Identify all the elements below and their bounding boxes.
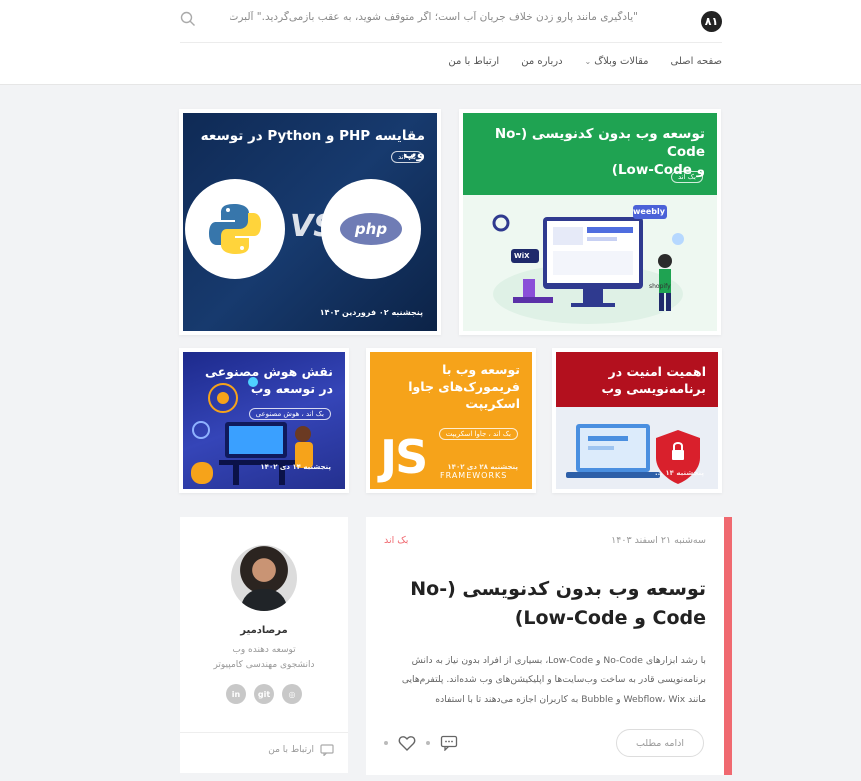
card-title-line: و Low-Code) <box>611 162 705 179</box>
post-actions <box>384 735 458 751</box>
category-tag[interactable]: بک اند ، هوش مصنوعی <box>248 408 331 420</box>
card-title: توسعه وب با فریمورک‌های جاوا اسکریپت <box>408 362 520 413</box>
social-links: in git ◎ <box>180 684 348 704</box>
separator-dot <box>426 741 430 745</box>
nocode-illustration <box>492 205 684 324</box>
vs-label: VS <box>290 209 335 244</box>
python-icon <box>209 204 261 254</box>
post-category[interactable]: بک اند <box>384 535 408 546</box>
search-icon[interactable] <box>180 11 196 27</box>
post-date: پنجشنبه ۱۴ ... <box>654 469 704 477</box>
nav-item-blog[interactable]: مقالات وبلاگ⌄ <box>585 56 649 72</box>
illus-label-weebly: weebly <box>633 207 665 216</box>
featured-card-js[interactable]: توسعه وب با فریمورک‌های جاوا اسکریپت بک … <box>366 348 536 493</box>
card-title: مقایسه PHP و Python در توسعه وب <box>200 128 425 163</box>
author-divider <box>180 732 348 733</box>
post-card: سه‌شنبه ۲۱ اسفند ۱۴۰۳ بک اند توسعه وب بد… <box>366 517 732 775</box>
author-contact-label: ارتباط با من <box>268 745 314 755</box>
illus-label-wix: WiX <box>514 252 530 260</box>
nav-item-home[interactable]: صفحه اصلی <box>671 56 722 72</box>
card-title: نقش هوش مصنوعی در توسعه وب <box>205 364 333 398</box>
category-tag[interactable]: بک اند <box>670 171 703 183</box>
featured-card-nocode[interactable]: توسعه وب بدون کدنویسی (No-Code و Low-Cod… <box>459 109 721 335</box>
author-education: دانشجوی مهندسی کامپیوتر <box>213 660 315 670</box>
card-title-line: نقش هوش مصنوعی <box>205 364 333 379</box>
site-logo[interactable]: ۸۱ <box>701 11 722 32</box>
post-date: پنجشنبه ۱۴ دی ۱۴۰۲ <box>260 463 331 471</box>
site-header: ۸۱ "یادگیری مانند پارو زدن خلاف جریان آب… <box>0 0 861 85</box>
linkedin-icon[interactable]: in <box>226 684 246 704</box>
post-date: پنجشنبه ۰۲ فروردین ۱۴۰۳ <box>319 308 423 317</box>
post-title[interactable]: توسعه وب بدون کدنویسی (No-Code و Low-Cod… <box>386 575 706 632</box>
python-logo <box>185 179 285 279</box>
card-title-line: اهمیت امنیت در <box>608 364 706 379</box>
card-title: توسعه وب بدون کدنویسی (No-Code و Low-Cod… <box>463 125 705 180</box>
read-more-button[interactable]: ادامه مطلب <box>616 729 704 757</box>
author-role: توسعه دهنده وب <box>232 645 296 655</box>
post-excerpt: با رشد ابزارهای No-Code و Low-Code، بسیا… <box>401 655 706 705</box>
card-title-line: برنامه‌نویسی وب <box>601 380 706 396</box>
avatar <box>231 545 297 611</box>
post-date: پنجشنبه ۲۸ دی ۱۴۰۲ <box>447 463 518 471</box>
js-logo: JS <box>380 430 428 484</box>
nav-item-blog-label: مقالات وبلاگ <box>594 56 649 67</box>
card-title-line: در توسعه وب <box>250 380 333 396</box>
heart-icon[interactable] <box>398 735 416 751</box>
card-title-line: اسکریپت <box>465 395 520 411</box>
separator-dot <box>384 741 388 745</box>
php-logo-text: php <box>340 213 402 245</box>
card-title-line: توسعه وب با <box>442 362 520 377</box>
chevron-down-icon: ⌄ <box>584 57 592 66</box>
main-nav: صفحه اصلی مقالات وبلاگ⌄ درباره من ارتباط… <box>180 56 722 72</box>
featured-card-security[interactable]: اهمیت امنیت در برنامه‌نویسی وب پنجشنبه ۱… <box>552 348 722 493</box>
avatar-body <box>241 589 287 611</box>
category-tag[interactable]: بک اند <box>390 151 423 163</box>
author-contact-link[interactable]: ارتباط با من <box>268 744 334 756</box>
card-title: اهمیت امنیت در برنامه‌نویسی وب <box>602 364 706 398</box>
category-tag[interactable]: بک اند ، جاوا اسکریپت <box>438 428 518 440</box>
comment-icon[interactable] <box>440 735 458 751</box>
header-quote: "یادگیری مانند پارو زدن خلاف جریان آب اس… <box>230 11 638 23</box>
post-date: سه‌شنبه ۲۱ اسفند ۱۴۰۳ <box>611 535 706 546</box>
nav-item-about[interactable]: درباره من <box>521 56 562 72</box>
header-divider <box>180 42 722 43</box>
instagram-icon[interactable]: ◎ <box>282 684 302 704</box>
js-frameworks-label: FRAMEWORKS <box>440 471 508 480</box>
author-card: مرصادمیر توسعه دهنده وب دانشجوی مهندسی ک… <box>180 517 348 773</box>
chat-icon <box>320 744 334 756</box>
nav-item-contact[interactable]: ارتباط با من <box>448 56 499 72</box>
php-logo: php <box>321 179 421 279</box>
featured-card-ai[interactable]: نقش هوش مصنوعی در توسعه وب بک اند ، هوش … <box>179 348 349 493</box>
card-title-line: توسعه وب بدون کدنویسی (No-Code <box>494 126 705 161</box>
featured-card-php-python[interactable]: مقایسه PHP و Python در توسعه وب بک اند p… <box>179 109 441 335</box>
card-title-line: فریمورک‌های جاوا <box>408 378 520 394</box>
illus-label-shopify: shopify <box>649 283 671 290</box>
author-name: مرصادمیر <box>240 625 288 636</box>
git-icon[interactable]: git <box>254 684 274 704</box>
